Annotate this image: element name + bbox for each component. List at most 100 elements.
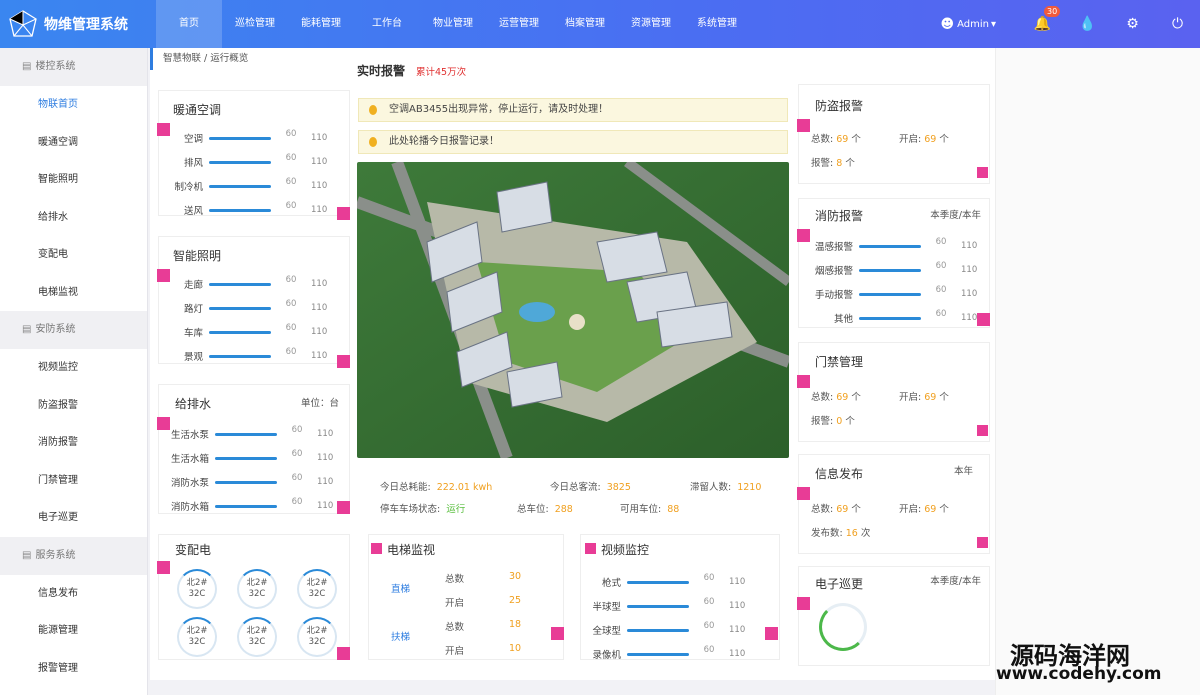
sidebar-item-alarm[interactable]: 报警管理 (0, 650, 147, 688)
pink-marker (337, 647, 350, 660)
alarm-message[interactable]: 此处轮播今日报警记录！ (358, 130, 788, 154)
nav-energy[interactable]: 能耗管理 (288, 0, 354, 48)
nav-inspection[interactable]: 巡检管理 (222, 0, 288, 48)
alarm-message[interactable]: 空调AB3455出现异常，停止运行，请及时处理！ (358, 98, 788, 122)
settings-button[interactable]: ⚙ (1110, 16, 1155, 32)
water-drop-icon: 💧 (1078, 16, 1097, 32)
transformer-gauge: 北2# 32C (237, 617, 277, 657)
sidebar-item-patrol[interactable]: 电子巡更 (0, 499, 147, 537)
escalator-open-label: 开启 (445, 646, 465, 657)
power-icon: ⏻ (1171, 16, 1184, 32)
sidebar-item-info[interactable]: 信息发布 (0, 575, 147, 613)
sidebar-item-power[interactable]: 变配电 (0, 236, 147, 274)
video-card: 视频监控 枪式 60 110 半球型 60 110 全球型 60 110 录像机 60 110 (580, 534, 780, 661)
water-title: 给排水 (175, 397, 212, 411)
sidebar-section-service[interactable]: ▤ 服务系统 (0, 536, 147, 575)
lighting-card: 智能照明 走廊 60 110 路灯 60 110 车库 60 110 景观 60 110 (157, 236, 350, 368)
pink-marker (585, 543, 596, 554)
bulb-icon (369, 105, 377, 115)
patrol-card: 电子巡更 本季度/本年 (797, 566, 990, 666)
sidebar-item-fire[interactable]: 消防报警 (0, 424, 147, 462)
water-row: 生活水泵 60 110 (170, 425, 334, 441)
info-published: 发布数: 16 次 (811, 528, 871, 539)
nav-home[interactable]: 首页 (156, 0, 222, 48)
fire-row: 温感报警 60 110 (814, 237, 978, 253)
access-card: 门禁管理 总数: 69 个 开启: 69 个 报警: 0 个 (797, 342, 990, 442)
pink-marker (551, 627, 564, 640)
theft-title: 防盗报警 (815, 99, 864, 113)
theft-total: 总数: 69 个 (811, 134, 861, 145)
video-title: 视频监控 (601, 543, 650, 557)
free-space-stat: 可用车位: 88 (620, 504, 680, 515)
power-button[interactable]: ⏻ (1155, 16, 1200, 32)
sidebar-item-access[interactable]: 门禁管理 (0, 462, 147, 500)
breadcrumb[interactable]: 智慧物联 / 运行概览 (150, 48, 346, 70)
patrol-gauge (819, 603, 867, 651)
access-title: 门禁管理 (815, 355, 864, 369)
user-menu[interactable]: ☻ Admin ▾ (941, 17, 996, 32)
sidebar-item-video[interactable]: 视频监控 (0, 349, 147, 387)
right-blank-pane (995, 48, 1200, 695)
video-row: 枪式 60 110 (601, 573, 746, 589)
hvac-row: 空调 60 110 (183, 129, 328, 145)
gear-icon: ⚙ (1126, 16, 1139, 32)
sidebar-section-building[interactable]: ▤ 楼控系统 (0, 48, 147, 86)
sidebar-item-lighting[interactable]: 智能照明 (0, 161, 147, 199)
water-row: 生活水箱 60 110 (170, 449, 334, 465)
lighting-row: 车库 60 110 (183, 323, 328, 339)
video-row: 半球型 60 110 (592, 597, 746, 613)
elevator-card: 电梯监视 直梯 扶梯 总数 30 开启 25 总数 18 开启 10 (368, 534, 564, 660)
fire-period: 本季度/本年 (930, 210, 981, 221)
notification-badge: 30 (1044, 6, 1061, 17)
theft-alarm: 报警: 8 个 (811, 158, 855, 169)
sidebar-item-iot-home[interactable]: 物联首页 (0, 86, 147, 124)
pink-marker (797, 375, 810, 388)
access-open: 开启: 69 个 (899, 392, 949, 403)
water-row: 消防水泵 60 110 (170, 473, 334, 489)
escalator-total-label: 总数 (445, 622, 465, 633)
elevator-title: 电梯监视 (387, 543, 436, 557)
patrol-title: 电子巡更 (815, 577, 864, 591)
pink-marker (157, 561, 170, 574)
main-nav: 首页 巡检管理 能耗管理 工作台 物业管理 运营管理 档案管理 资源管理 系统管… (156, 0, 750, 48)
nav-workbench[interactable]: 工作台 (354, 0, 420, 48)
water-row: 消防水箱 60 110 (170, 497, 334, 513)
user-avatar-icon: ☻ (940, 16, 955, 32)
nav-system[interactable]: 系统管理 (684, 0, 750, 48)
notification-button[interactable]: 🔔 30 (1020, 6, 1065, 32)
water-drop-button[interactable]: 💧 (1065, 16, 1110, 32)
nav-archive[interactable]: 档案管理 (552, 0, 618, 48)
top-navbar: 物维管理系统 首页 巡检管理 能耗管理 工作台 物业管理 运营管理 档案管理 资… (0, 0, 1200, 48)
power-title: 变配电 (175, 543, 212, 557)
sidebar-section-security[interactable]: ▤ 安防系统 (0, 311, 147, 349)
theft-open: 开启: 69 个 (899, 134, 949, 145)
energy-stat: 今日总耗能: 222.01 kwh (380, 482, 493, 493)
water-card: 给排水 单位：台 生活水泵 60 110 生活水箱 60 110 消防水泵 60 110 消… (157, 384, 350, 514)
sidebar-item-theft[interactable]: 防盗报警 (0, 387, 147, 425)
total-space-stat: 总车位: 288 (517, 504, 573, 515)
nav-property[interactable]: 物业管理 (420, 0, 486, 48)
transformer-gauge: 北2# 32C (297, 569, 337, 609)
lighting-row: 走廊 60 110 (183, 275, 328, 291)
fire-title: 消防报警 (815, 209, 864, 223)
power-card: 变配电 北2# 32C 北2# 32C 北2# 32C 北2# 32C 北2# 32C 北… (157, 534, 350, 660)
alarm-title: 实时报警 (357, 64, 406, 78)
nav-operation[interactable]: 运营管理 (486, 0, 552, 48)
info-card: 信息发布 本年 总数: 69 个 开启: 69 个 发布数: 16 次 (797, 454, 990, 554)
elevator-open-label: 开启 (445, 598, 465, 609)
water-unit: 单位：台 (300, 398, 339, 409)
hvac-row: 排风 60 110 (183, 153, 328, 169)
fire-row: 其他 60 110 (833, 309, 978, 325)
app-logo[interactable]: 物维管理系统 (0, 9, 150, 39)
campus-aerial-image (357, 162, 789, 458)
info-title: 信息发布 (815, 467, 864, 481)
pink-marker (765, 627, 778, 640)
sidebar-item-hvac[interactable]: 暖通空调 (0, 124, 147, 162)
sidebar-item-elevator[interactable]: 电梯监视 (0, 274, 147, 312)
logo-icon (9, 10, 37, 37)
parking-status-stat: 停车车场状态: 运行 (380, 504, 466, 515)
sidebar-item-water[interactable]: 给排水 (0, 199, 147, 237)
sidebar-item-energy[interactable]: 能源管理 (0, 612, 147, 650)
info-total: 总数: 69 个 (811, 504, 861, 515)
nav-resource[interactable]: 资源管理 (618, 0, 684, 48)
